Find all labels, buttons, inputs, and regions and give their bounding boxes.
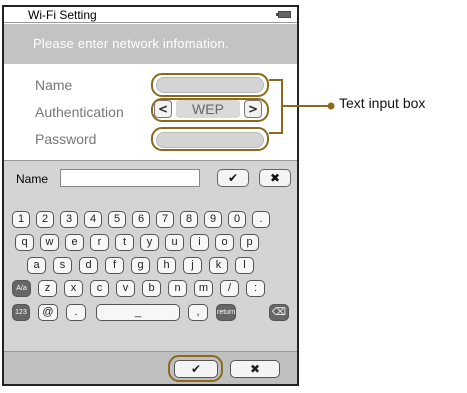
callout-connector bbox=[269, 79, 335, 134]
callout-label: Text input box bbox=[339, 95, 426, 111]
